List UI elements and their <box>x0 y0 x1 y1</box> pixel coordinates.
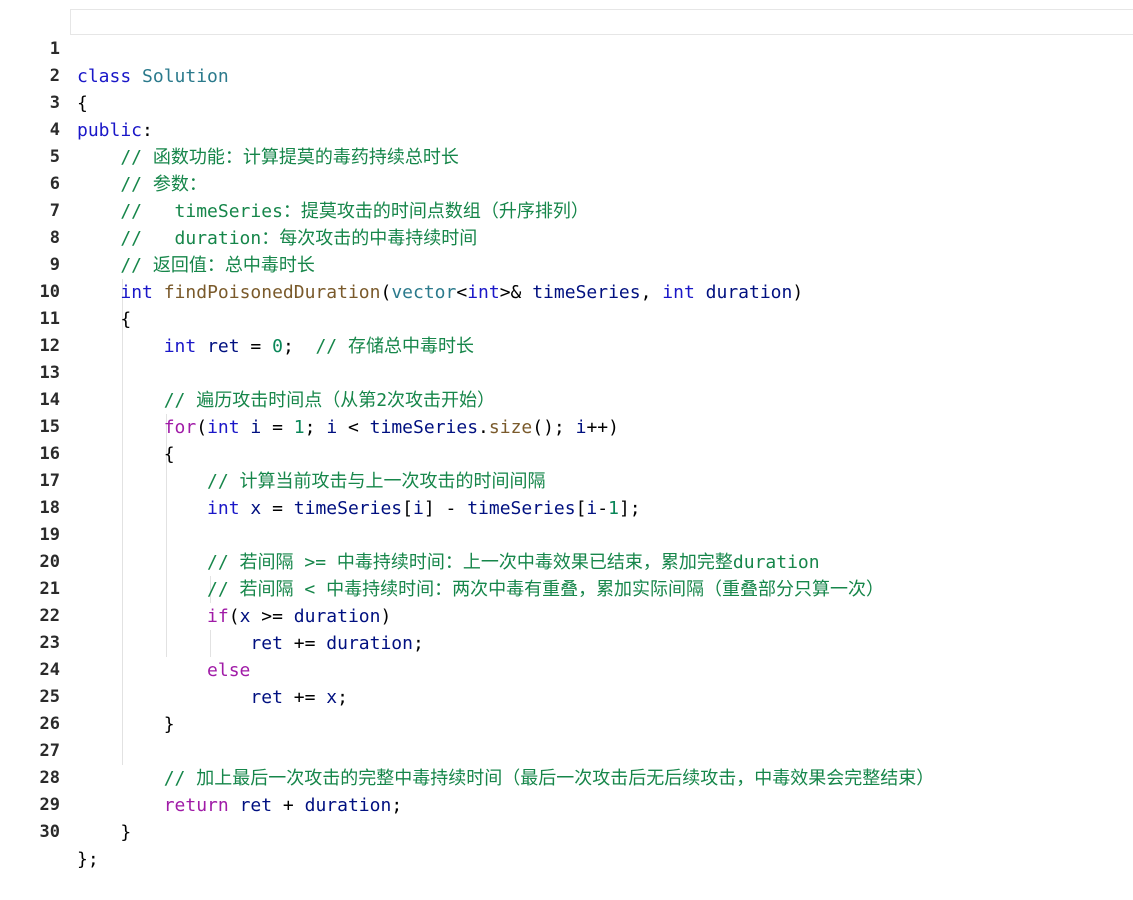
line-number: 30 <box>39 822 60 842</box>
code-line[interactable]: 22 ret += duration; <box>0 576 1133 654</box>
code-line[interactable]: 1 class Solution <box>0 9 1133 87</box>
code-line[interactable]: 24 ret += x; <box>0 630 1133 708</box>
code-line[interactable]: 14 for(int i = 1; i < timeSeries.size();… <box>0 360 1133 438</box>
code-line[interactable]: 2 { <box>0 36 1133 114</box>
code-line[interactable]: 16 // 计算当前攻击与上一次攻击的时间间隔 <box>0 414 1133 492</box>
code-line[interactable]: 28 return ret + duration; <box>0 738 1133 816</box>
code-line[interactable]: 29 } <box>0 765 1133 843</box>
code-line[interactable]: 10 { <box>0 252 1133 330</box>
code-text: } <box>77 822 132 843</box>
code-editor[interactable]: 1 class Solution 2 { 3 public: 4 // 函数功能… <box>0 0 1133 870</box>
code-line[interactable]: 25 } <box>0 657 1133 735</box>
code-line[interactable]: 23 else <box>0 603 1133 681</box>
code-line[interactable]: 4 // 函数功能：计算提莫的毒药持续总时长 <box>0 90 1133 168</box>
code-line[interactable]: 11 int ret = 0; // 存储总中毒时长 <box>0 279 1133 357</box>
code-line[interactable]: 19 // 若间隔 >= 中毒持续时间：上一次中毒效果已结束，累加完整durat… <box>0 495 1133 573</box>
code-line[interactable]: 7 // duration：每次攻击的中毒持续时间 <box>0 171 1133 249</box>
code-line[interactable]: 5 // 参数： <box>0 117 1133 195</box>
code-line[interactable]: 17 int x = timeSeries[i] - timeSeries[i-… <box>0 441 1133 519</box>
code-line[interactable]: 9 int findPoisonedDuration(vector<int>& … <box>0 225 1133 303</box>
code-line[interactable]: 12 <box>0 306 1133 356</box>
code-line[interactable]: 3 public: <box>0 63 1133 141</box>
code-line[interactable]: 6 // timeSeries：提莫攻击的时间点数组（升序排列） <box>0 144 1133 222</box>
code-text: }; <box>77 849 99 870</box>
code-line[interactable]: 27 // 加上最后一次攻击的完整中毒持续时间（最后一次攻击后无后续攻击，中毒效… <box>0 711 1133 789</box>
code-line[interactable]: 8 // 返回值：总中毒时长 <box>0 198 1133 276</box>
code-line[interactable]: 21 if(x >= duration) <box>0 549 1133 627</box>
code-line[interactable]: 13 // 遍历攻击时间点（从第2次攻击开始） <box>0 333 1133 411</box>
code-line[interactable]: 30 }; <box>0 792 1133 870</box>
code-line[interactable]: 26 <box>0 684 1133 734</box>
code-line[interactable]: 15 { <box>0 387 1133 465</box>
code-line[interactable]: 20 // 若间隔 < 中毒持续时间：两次中毒有重叠，累加实际间隔（重叠部分只算… <box>0 522 1133 600</box>
code-line[interactable]: 18 <box>0 468 1133 518</box>
